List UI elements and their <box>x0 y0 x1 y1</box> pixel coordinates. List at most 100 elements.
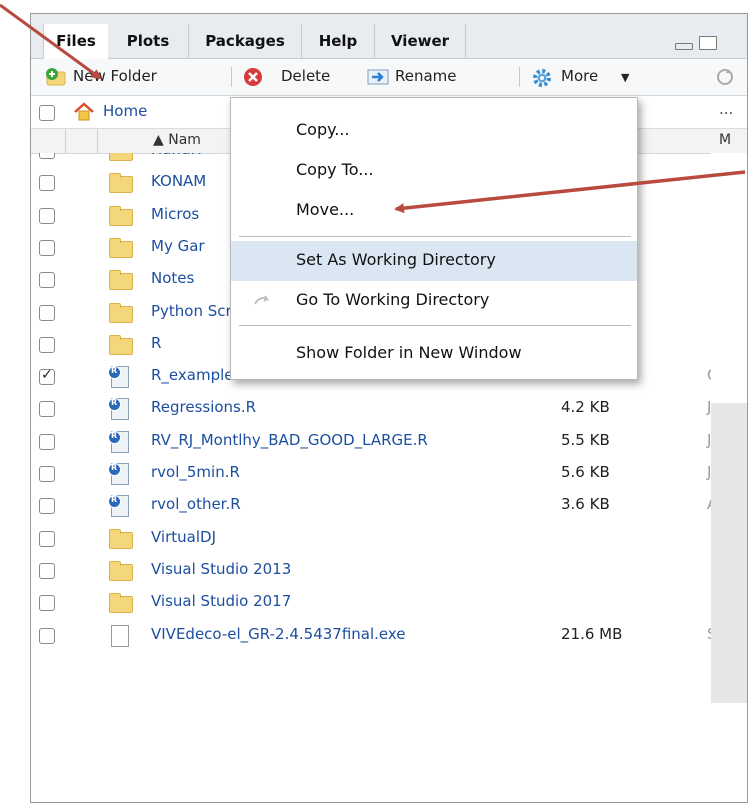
new-folder-label: New Folder <box>73 67 157 85</box>
column-divider <box>65 129 66 153</box>
row-checkbox[interactable] <box>39 304 55 321</box>
row-checkbox[interactable] <box>39 272 55 289</box>
menu-item-label: Set As Working Directory <box>296 250 496 269</box>
tab-files[interactable]: Files <box>43 24 109 59</box>
row-checkbox[interactable] <box>39 175 55 192</box>
modified-column-header[interactable]: M <box>719 132 731 148</box>
row-checkbox[interactable] <box>39 466 55 482</box>
menu-item-show-folder[interactable]: Show Folder in New Window <box>231 334 637 374</box>
table-row[interactable]: Visual Studio 2017 <box>31 587 747 619</box>
r-file-icon <box>108 430 129 453</box>
folder-icon <box>109 173 133 194</box>
go-arrow-icon <box>254 295 270 305</box>
folder-icon <box>109 153 133 161</box>
row-checkbox[interactable] <box>39 498 55 515</box>
file-size: 21.6 MB <box>561 624 623 643</box>
menu-item-copy-to[interactable]: Copy To... <box>231 151 637 191</box>
folder-icon <box>109 334 133 355</box>
scrollbar-thumb[interactable] <box>711 403 747 703</box>
tab-packages[interactable]: Packages <box>189 24 302 58</box>
row-checkbox[interactable] <box>39 207 55 224</box>
delete-icon <box>244 68 262 86</box>
file-size: 5.6 KB <box>561 463 610 481</box>
folder-icon <box>109 205 133 226</box>
file-name-link[interactable]: Visual Studio 2013 <box>151 560 291 578</box>
row-checkbox[interactable] <box>39 367 55 386</box>
folder-icon <box>109 237 133 258</box>
table-row[interactable]: RV_RJ_Montlhy_BAD_GOOD_LARGE.R5.5 KBJu <box>31 426 747 458</box>
file-name-link[interactable]: HandH <box>151 153 202 158</box>
tab-viewer[interactable]: Viewer <box>375 24 466 58</box>
rename-button[interactable]: Rename <box>363 59 513 95</box>
file-name-link[interactable]: Visual Studio 2017 <box>151 592 291 610</box>
folder-icon <box>109 528 133 549</box>
maximize-icon[interactable] <box>699 36 717 50</box>
table-row[interactable]: VirtualDJ <box>31 523 747 555</box>
refresh-icon[interactable] <box>715 67 735 87</box>
breadcrumb-home-link[interactable]: Home <box>103 102 147 120</box>
row-checkbox[interactable] <box>39 401 55 418</box>
tab-help[interactable]: Help <box>302 24 375 58</box>
table-row[interactable]: Visual Studio 2013 <box>31 555 747 587</box>
row-checkbox[interactable] <box>39 239 55 256</box>
column-divider <box>97 129 98 153</box>
file-name-link[interactable]: KONAM <box>151 172 206 190</box>
menu-divider <box>239 236 631 237</box>
file-size: 5.5 KB <box>561 430 610 449</box>
chevron-down-icon: ▼ <box>621 71 630 84</box>
file-name-link[interactable]: My Gar <box>151 237 205 255</box>
select-all-checkbox[interactable] <box>39 105 55 121</box>
menu-item-label: Go To Working Directory <box>296 290 490 309</box>
menu-item-copy[interactable]: Copy... <box>231 111 637 151</box>
name-column-header[interactable]: ▲ Nam <box>153 132 201 148</box>
menu-item-set-working-directory[interactable]: Set As Working Directory <box>231 241 637 281</box>
file-name-link[interactable]: Regressions.R <box>151 398 256 416</box>
home-icon[interactable] <box>73 102 95 122</box>
r-file-icon <box>108 463 129 485</box>
table-row[interactable]: Regressions.R4.2 KBJa <box>31 393 747 425</box>
more-button[interactable]: More ▼ <box>525 59 675 95</box>
table-row[interactable]: rvol_5min.R5.6 KBJu <box>31 458 747 490</box>
scrollbar[interactable] <box>711 153 747 802</box>
file-size: 4.2 KB <box>561 398 610 417</box>
minimize-icon[interactable] <box>675 43 693 50</box>
file-name-link[interactable]: rvol_5min.R <box>151 463 240 481</box>
menu-item-label: Copy... <box>296 120 350 139</box>
delete-label: Delete <box>281 67 331 85</box>
r-file-icon <box>108 495 129 518</box>
delete-button[interactable]: Delete <box>237 59 361 95</box>
row-checkbox[interactable] <box>39 595 55 612</box>
folder-icon <box>109 593 133 614</box>
table-row[interactable]: rvol_other.R3.6 KBA <box>31 490 747 522</box>
file-name-link[interactable]: Micros <box>151 205 199 223</box>
menu-item-label: Copy To... <box>296 160 374 179</box>
rename-label: Rename <box>395 67 457 85</box>
menu-item-go-to-working-directory[interactable]: Go To Working Directory <box>231 281 637 321</box>
table-row[interactable]: VIVEdeco-el_GR-2.4.5437final.exe21.6 MBS… <box>31 620 747 652</box>
file-name-link[interactable]: VIVEdeco-el_GR-2.4.5437final.exe <box>151 625 406 643</box>
row-checkbox[interactable] <box>39 627 55 644</box>
file-name-link[interactable]: RV_RJ_Montlhy_BAD_GOOD_LARGE.R <box>151 431 428 449</box>
file-name-link[interactable]: Notes <box>151 269 194 287</box>
folder-icon <box>109 560 133 581</box>
r-file-icon <box>108 398 129 421</box>
folder-icon <box>109 302 133 323</box>
rename-icon <box>367 69 389 85</box>
file-name-link[interactable]: R <box>151 334 161 352</box>
new-folder-button[interactable]: New Folder <box>39 59 229 95</box>
files-toolbar: New Folder Delete Rename More ▼ <box>31 59 747 96</box>
toolbar-divider <box>231 67 232 87</box>
row-checkbox[interactable] <box>39 153 55 159</box>
file-size: 3.6 KB <box>561 495 610 514</box>
menu-item-move[interactable]: Move... <box>231 191 637 231</box>
file-name-link[interactable]: rvol_other.R <box>151 495 241 513</box>
tab-plots[interactable]: Plots <box>108 24 189 58</box>
breadcrumb-more-button[interactable]: ... <box>719 100 733 118</box>
row-checkbox[interactable] <box>39 433 55 450</box>
more-context-menu: Copy... Copy To... Move... Set As Workin… <box>230 97 638 380</box>
row-checkbox[interactable] <box>39 530 55 547</box>
row-checkbox[interactable] <box>39 562 55 579</box>
file-name-link[interactable]: VirtualDJ <box>151 528 216 546</box>
row-checkbox[interactable] <box>39 336 55 353</box>
gear-icon <box>533 69 551 87</box>
